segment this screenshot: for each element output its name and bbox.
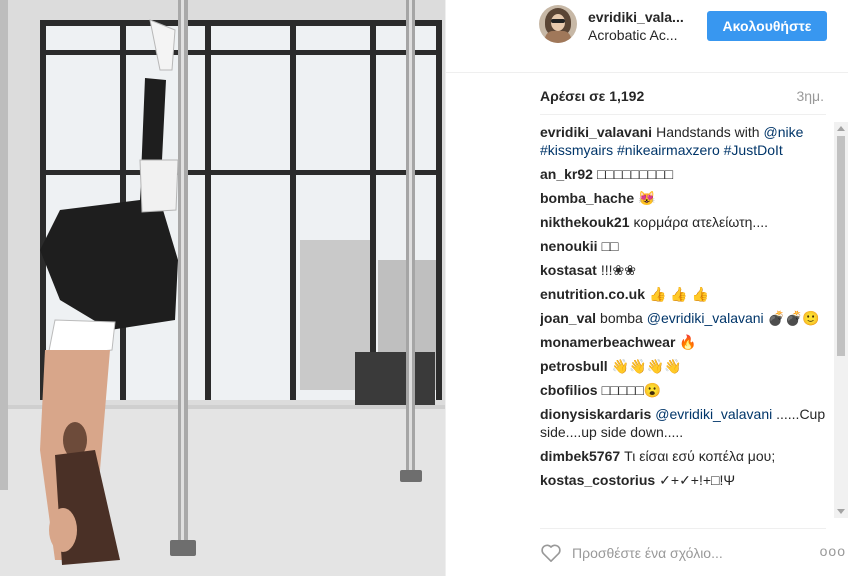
username-link[interactable]: evridiki_vala... [588,9,684,25]
more-options-icon[interactable]: ooo [820,543,846,559]
comment-text: 👋👋👋👋 [611,358,682,374]
comment-item: an_kr92 □□□□□□□□□ [540,165,826,183]
scroll-up-icon[interactable] [837,126,845,131]
comment-link[interactable]: #nikeairmaxzero [617,142,720,158]
comment-username[interactable]: petrosbull [540,358,608,374]
comment-text: !!!❀❀ [600,262,636,278]
comment-username[interactable]: enutrition.co.uk [540,286,645,302]
post-side-panel: evridiki_vala... Acrobatic Ac... Ακολουθ… [445,0,848,576]
comment-username[interactable]: an_kr92 [540,166,593,182]
comments-list: evridiki_valavani Handstands with @nike #… [540,123,826,517]
follow-button[interactable]: Ακολουθήστε [707,11,827,41]
comment-username[interactable]: evridiki_valavani [540,124,652,140]
heart-icon[interactable] [540,543,562,568]
comment-item: nikthekouk21 κορμάρα ατελείωτη.... [540,213,826,231]
avatar[interactable] [539,5,577,43]
location-link[interactable]: Acrobatic Ac... [588,27,677,43]
add-comment-input[interactable]: Προσθέστε ένα σχόλιο... [572,545,723,561]
comment-item: dimbek5767 Τι είσαι εσύ κοπέλα μου; [540,447,826,465]
comment-text: 🔥 [679,334,697,350]
likes-count[interactable]: Αρέσει σε 1,192 [540,88,644,104]
comment-text: 😻 [638,190,656,206]
comment-link[interactable]: #JustDoIt [724,142,783,158]
comment-item: petrosbull 👋👋👋👋 [540,357,826,375]
comment-text: □□ [601,238,619,254]
comment-link[interactable]: @nike [763,124,803,140]
comment-item: bomba_hache 😻 [540,189,826,207]
comment-username[interactable]: nenoukii [540,238,598,254]
comment-text: κορμάρα ατελείωτη.... [633,214,768,230]
comment-item: kostas_costorius ✓+✓+!+□!Ψ [540,471,826,489]
comment-username[interactable]: bomba_hache [540,190,634,206]
comment-item: nenoukii □□ [540,237,826,255]
comment-username[interactable]: dionysiskardaris [540,406,651,422]
comment-username[interactable]: nikthekouk21 [540,214,629,230]
comment-item: cbofilios □□□□□😮 [540,381,826,399]
comment-bar: Προσθέστε ένα σχόλιο... ooo [540,528,845,577]
comment-link[interactable]: #kissmyairs [540,142,613,158]
comment-text: 💣💣🙂 [763,310,820,326]
comment-link[interactable]: @evridiki_valavani [655,406,772,422]
comment-username[interactable]: kostas_costorius [540,472,655,488]
comment-item: evridiki_valavani Handstands with @nike #… [540,123,826,159]
post-photo-illustration [0,0,445,576]
comment-username[interactable]: kostasat [540,262,597,278]
comment-link[interactable]: @evridiki_valavani [647,310,764,326]
comment-username[interactable]: monamerbeachwear [540,334,675,350]
comment-item: monamerbeachwear 🔥 [540,333,826,351]
comment-text: □□□□□□□□□ [596,166,674,182]
comment-text: Handstands with [656,124,764,140]
comment-username[interactable]: dimbek5767 [540,448,620,464]
divider [540,114,826,115]
comment-text: ✓+✓+!+□!Ψ [659,472,736,488]
comment-username[interactable]: joan_val [540,310,596,326]
comment-text: Τι είσαι εσύ κοπέλα μου; [624,448,776,464]
comment-item: dionysiskardaris @evridiki_valavani .....… [540,405,826,441]
instagram-post-view: evridiki_vala... Acrobatic Ac... Ακολουθ… [0,0,848,576]
comments-scrollbar[interactable] [834,122,848,518]
post-header: evridiki_vala... Acrobatic Ac... Ακολουθ… [446,0,848,73]
comment-text: bomba [600,310,647,326]
comment-text: □□□□□😮 [601,382,662,398]
comment-text: 👍 👍 👍 [649,286,710,302]
post-time[interactable]: 3ημ. [796,88,824,104]
comment-username[interactable]: cbofilios [540,382,598,398]
comment-item: enutrition.co.uk 👍 👍 👍 [540,285,826,303]
comment-item: joan_val bomba @evridiki_valavani 💣💣🙂 [540,309,826,327]
comment-item: kostasat !!!❀❀ [540,261,826,279]
scroll-thumb[interactable] [837,136,845,356]
post-photo[interactable] [0,0,445,576]
scroll-down-icon[interactable] [837,509,845,514]
